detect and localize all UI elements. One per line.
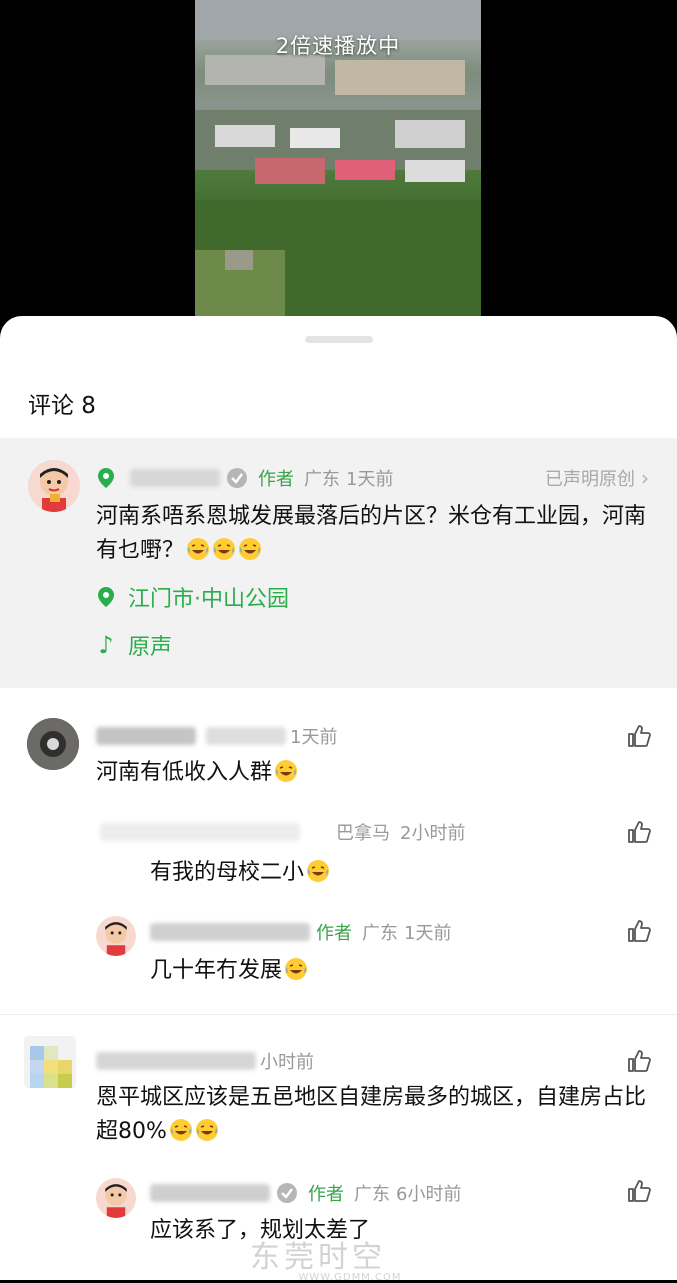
commenter-name-blurred[interactable] (96, 727, 196, 745)
author-badge: 作者 (316, 923, 352, 944)
comments-sheet: 评论 8 作者 广东 1天前 已声明原创 › 河南系唔系恩城发展最落后的片区？米… (0, 316, 677, 1280)
laugh-cry-emoji-icon (285, 958, 308, 980)
reply-text: 几十年冇发展 (150, 954, 308, 988)
comment-time: 小时前 (260, 1052, 314, 1073)
chevron-right-icon: › (641, 466, 649, 490)
location-pin-icon (98, 468, 114, 488)
location-pin-icon (98, 587, 114, 607)
comment-time: 1天前 (290, 727, 338, 748)
reply-time: 1天前 (404, 923, 452, 944)
site-watermark: 东莞时空 WWW.GDMM.COM (250, 1240, 402, 1283)
commenter-region-blurred (206, 727, 286, 745)
comment-text: 恩平城区应该是五邑地区自建房最多的城区，自建房占比超80% (96, 1085, 647, 1144)
laugh-cry-emoji-icon (195, 1119, 218, 1141)
author-post-text: 河南系唔系恩城发展最落后的片区？米仓有工业园，河南有乜嘢？ (96, 504, 647, 563)
comment-divider (0, 1014, 677, 1015)
reply-text: 有我的母校二小 (150, 856, 330, 890)
reply-time: 6小时前 (396, 1184, 462, 1205)
author-avatar[interactable] (28, 460, 80, 512)
reply-region: 巴拿马 (336, 823, 390, 844)
laugh-cry-emoji-icon (213, 538, 236, 560)
reply-region: 广东 (354, 1184, 390, 1205)
thumbs-up-icon[interactable] (626, 723, 652, 749)
comment-text: 河南有低收入人群 (96, 756, 298, 790)
commenter-avatar[interactable] (24, 1036, 76, 1088)
sheet-drag-handle[interactable] (305, 336, 373, 343)
commenter-name-blurred[interactable] (96, 1052, 256, 1070)
laugh-cry-emoji-icon (169, 1119, 192, 1141)
reply-time: 2小时前 (400, 823, 466, 844)
post-location-link[interactable]: 江门市·中山公园 (96, 582, 289, 612)
author-avatar[interactable] (96, 1178, 136, 1218)
reply-region: 广东 (362, 923, 398, 944)
music-note-icon: ♪ (98, 631, 114, 659)
playback-speed-label: 2倍速播放中 (275, 34, 401, 58)
verified-check-icon (227, 468, 247, 488)
post-time: 1天前 (346, 469, 394, 490)
author-avatar[interactable] (96, 916, 136, 956)
thumbs-up-icon[interactable] (626, 1178, 652, 1204)
laugh-cry-emoji-icon (307, 860, 330, 882)
author-name-blurred[interactable] (150, 1184, 270, 1202)
original-declared-link[interactable]: 已声明原创 › (545, 466, 649, 490)
verified-check-icon (277, 1183, 297, 1203)
thumbs-up-icon[interactable] (626, 819, 652, 845)
author-post: 作者 广东 1天前 已声明原创 › 河南系唔系恩城发展最落后的片区？米仓有工业园… (0, 438, 677, 688)
author-badge: 作者 (308, 1184, 344, 1205)
comments-count-title: 评论 8 (28, 393, 96, 419)
laugh-cry-emoji-icon (275, 760, 298, 782)
reply-name-blurred[interactable] (100, 823, 300, 841)
commenter-avatar[interactable] (27, 718, 79, 770)
laugh-cry-emoji-icon (187, 538, 210, 560)
post-region: 广东 (304, 469, 340, 490)
post-music-link[interactable]: ♪ 原声 (96, 630, 172, 660)
thumbs-up-icon[interactable] (626, 1048, 652, 1074)
author-name-blurred[interactable] (150, 923, 310, 941)
thumbs-up-icon[interactable] (626, 918, 652, 944)
author-badge: 作者 (258, 469, 294, 490)
author-name-blurred[interactable] (130, 469, 220, 487)
laugh-cry-emoji-icon (239, 538, 262, 560)
